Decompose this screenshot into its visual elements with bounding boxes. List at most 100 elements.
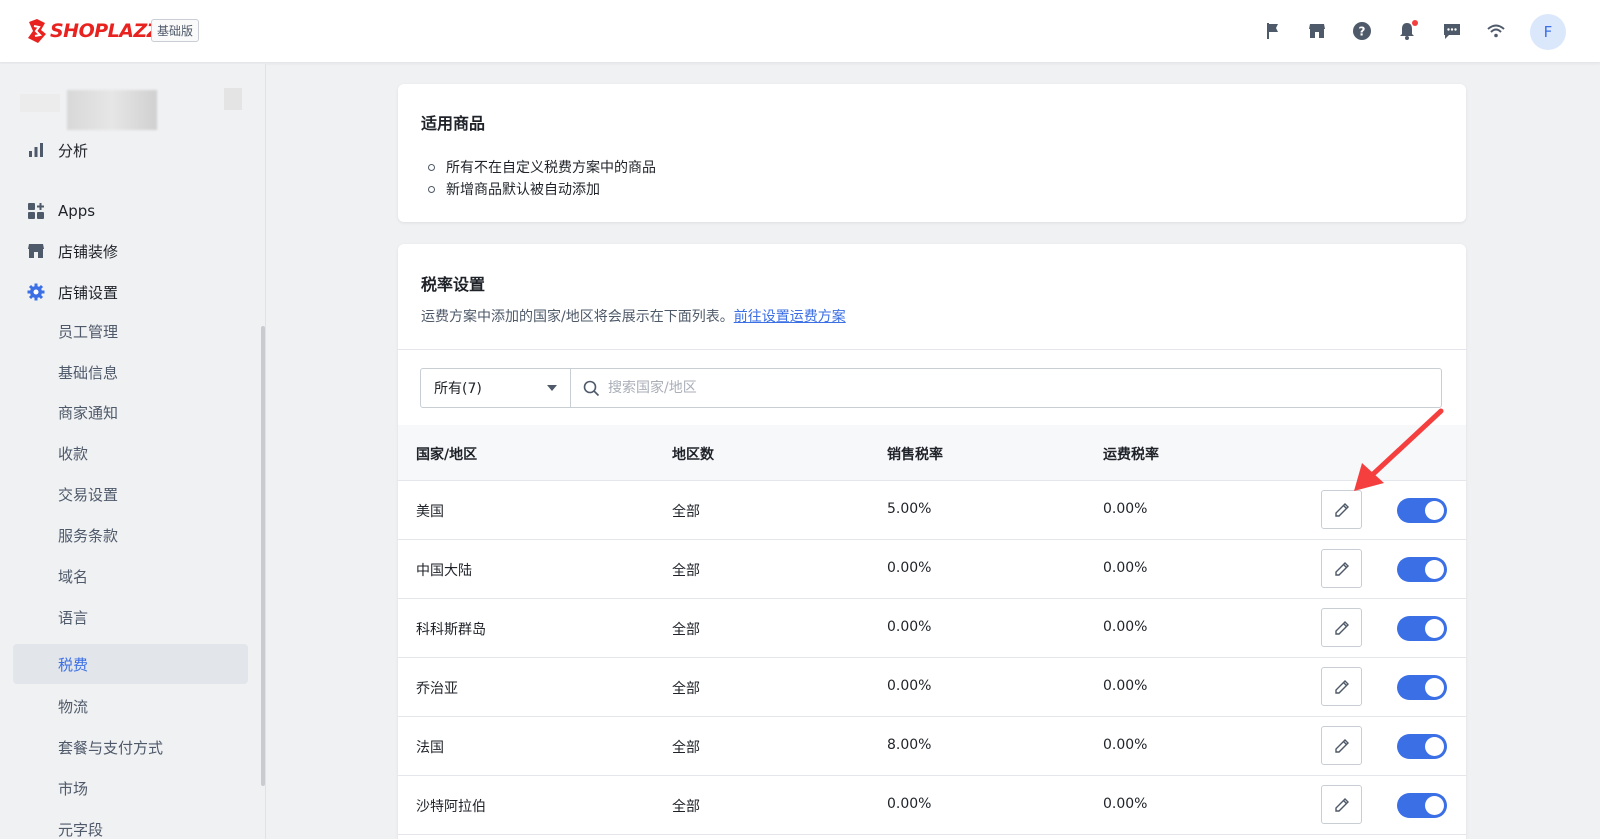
sidebar-subitem-taxes[interactable]: 税费: [58, 652, 88, 676]
sidebar-item-label: 分析: [58, 141, 89, 160]
sidebar-subitem-checkout[interactable]: 交易设置: [58, 482, 118, 506]
sidebar-subitem-markets[interactable]: 市场: [58, 776, 88, 800]
enable-toggle[interactable]: [1397, 498, 1447, 523]
edit-button[interactable]: [1321, 667, 1362, 706]
sidebar-subitem-basic-info[interactable]: 基础信息: [58, 360, 118, 384]
bullet-item: 所有不在自定义税费方案中的商品: [428, 157, 656, 177]
enable-toggle[interactable]: [1397, 557, 1447, 582]
toggle-knob: [1425, 678, 1444, 697]
cell-sales-tax: 0.00%: [887, 796, 932, 812]
cell-sales-tax: 5.00%: [887, 501, 932, 517]
cell-shipping-tax: 0.00%: [1103, 560, 1148, 576]
notification-dot: [1412, 20, 1418, 26]
edit-button[interactable]: [1321, 490, 1362, 529]
filter-bar: 所有(7): [420, 368, 1442, 408]
store-icon: [26, 241, 46, 261]
blurred-store-avatar: [20, 94, 60, 112]
store-icon[interactable]: [1306, 20, 1328, 42]
sidebar-subitem-languages[interactable]: 语言: [58, 605, 88, 629]
toggle-knob: [1425, 737, 1444, 756]
caret-down-icon: [547, 385, 557, 391]
select-value: 所有(7): [434, 381, 482, 397]
help-icon[interactable]: ?: [1351, 20, 1373, 42]
sidebar-scrollbar[interactable]: [261, 326, 265, 786]
table-row: 沙特阿拉伯 全部 0.00% 0.00%: [398, 776, 1466, 835]
card-title: 适用商品: [421, 114, 486, 133]
cell-shipping-tax: 0.00%: [1103, 796, 1148, 812]
cell-country: 中国大陆: [416, 563, 472, 579]
blurred-store-icon: [224, 88, 242, 110]
cell-regions: 全部: [672, 563, 700, 579]
table-row: 中国大陆 全部 0.00% 0.00%: [398, 540, 1466, 599]
cell-country: 法国: [416, 740, 444, 756]
column-header-country: 国家/地区: [416, 447, 478, 463]
sidebar-item-label: Apps: [58, 202, 96, 220]
sidebar-item-store-settings[interactable]: 店铺设置: [26, 279, 118, 305]
sidebar-subitem-plan-billing[interactable]: 套餐与支付方式: [58, 735, 163, 759]
sidebar-item-store-design[interactable]: 店铺装修: [26, 238, 118, 264]
table-row: 科科斯群岛 全部 0.00% 0.00%: [398, 599, 1466, 658]
bar-chart-icon: [26, 140, 46, 160]
pencil-icon: [1334, 797, 1349, 812]
toggle-knob: [1425, 619, 1444, 638]
sidebar-subitem-terms[interactable]: 服务条款: [58, 523, 118, 547]
svg-text:?: ?: [1359, 25, 1366, 39]
sidebar-item-label: 店铺设置: [58, 283, 119, 302]
edit-button[interactable]: [1321, 549, 1362, 588]
tax-settings-description: 运费方案中添加的国家/地区将会展示在下面列表。前往设置运费方案: [421, 306, 846, 326]
pencil-icon: [1334, 738, 1349, 753]
pencil-icon: [1334, 561, 1349, 576]
divider: [398, 349, 1466, 350]
tax-settings-card: 税率设置 运费方案中添加的国家/地区将会展示在下面列表。前往设置运费方案 所有(…: [398, 244, 1466, 839]
top-bar: SHOPLAZZA 基础版 ? F: [0, 0, 1600, 63]
flag-icon[interactable]: [1262, 20, 1284, 42]
enable-toggle[interactable]: [1397, 793, 1447, 818]
search-icon: [583, 380, 600, 396]
sidebar-subitem-payments[interactable]: 收款: [58, 441, 88, 465]
enable-toggle[interactable]: [1397, 616, 1447, 641]
sidebar-subitem-shipping[interactable]: 物流: [58, 694, 88, 718]
cell-sales-tax: 8.00%: [887, 737, 932, 753]
toggle-knob: [1425, 501, 1444, 520]
cell-shipping-tax: 0.00%: [1103, 737, 1148, 753]
active-item-highlight: [13, 644, 248, 684]
edit-button[interactable]: [1321, 608, 1362, 647]
cell-country: 沙特阿拉伯: [416, 799, 486, 815]
applicable-products-card: 适用商品 所有不在自定义税费方案中的商品 新增商品默认被自动添加: [398, 84, 1466, 222]
cell-sales-tax: 0.00%: [887, 678, 932, 694]
edit-button[interactable]: [1321, 785, 1362, 824]
wifi-icon[interactable]: [1485, 20, 1507, 42]
blurred-store-name: [67, 90, 157, 130]
bell-icon[interactable]: [1396, 20, 1418, 42]
shipping-plan-link[interactable]: 前往设置运费方案: [734, 309, 846, 325]
sidebar-item-analytics[interactable]: 分析: [26, 137, 88, 163]
apps-grid-icon: [26, 201, 46, 221]
country-filter-select[interactable]: 所有(7): [421, 369, 571, 407]
sidebar-subitem-domains[interactable]: 域名: [58, 564, 88, 588]
enable-toggle[interactable]: [1397, 734, 1447, 759]
cell-regions: 全部: [672, 681, 700, 697]
cell-regions: 全部: [672, 740, 700, 756]
cell-sales-tax: 0.00%: [887, 619, 932, 635]
toggle-knob: [1425, 796, 1444, 815]
sidebar-item-apps[interactable]: Apps: [26, 198, 95, 224]
enable-toggle[interactable]: [1397, 675, 1447, 700]
cell-country: 科科斯群岛: [416, 622, 486, 638]
bullet-item: 新增商品默认被自动添加: [428, 179, 600, 199]
user-avatar[interactable]: F: [1530, 14, 1566, 50]
annotation-arrow: [1354, 408, 1444, 491]
table-row: 美国 全部 5.00% 0.00%: [398, 481, 1466, 540]
sidebar-subitem-staff[interactable]: 员工管理: [58, 319, 118, 343]
edit-button[interactable]: [1321, 726, 1362, 765]
cell-shipping-tax: 0.00%: [1103, 501, 1148, 517]
gear-icon: [26, 282, 46, 302]
chat-icon[interactable]: [1441, 20, 1463, 42]
column-header-shipping-tax: 运费税率: [1103, 447, 1159, 463]
sidebar: 分析 Apps 店铺装修 店铺设置 员工管理 基础信息 商家通知 收款 交易设置…: [0, 64, 266, 839]
description-text: 运费方案中添加的国家/地区将会展示在下面列表。: [421, 309, 734, 325]
sidebar-item-label: 店铺装修: [58, 242, 119, 261]
cell-regions: 全部: [672, 799, 700, 815]
sidebar-subitem-notifications[interactable]: 商家通知: [58, 400, 118, 424]
country-search-input[interactable]: [608, 380, 1308, 396]
sidebar-subitem-metafields[interactable]: 元字段: [58, 817, 103, 839]
